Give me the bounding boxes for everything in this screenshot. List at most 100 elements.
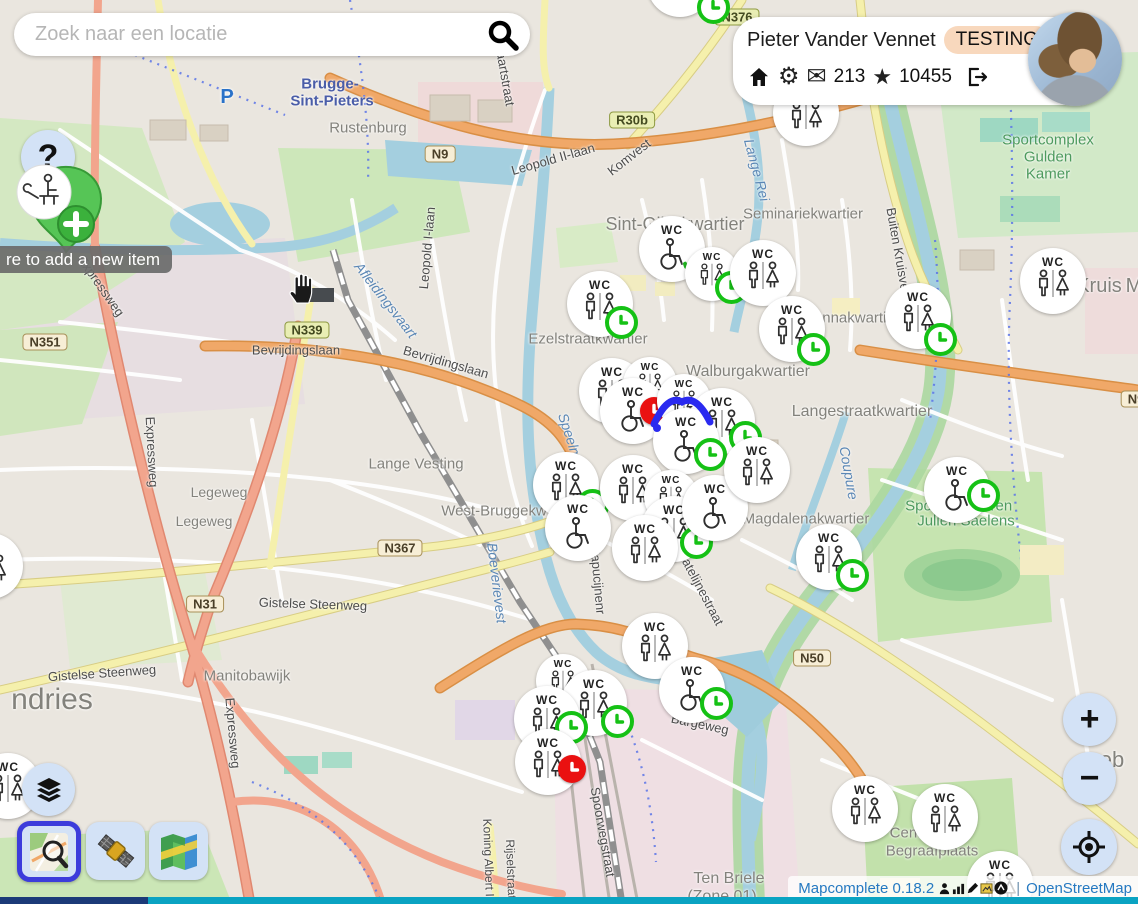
tooltip-text: re to add a new item <box>6 250 160 270</box>
map-label: N50 <box>793 650 831 667</box>
wheelchair-icon <box>696 496 734 537</box>
map-label: M <box>1126 276 1138 296</box>
wc-label: WC <box>661 223 683 237</box>
map-label: N339 <box>284 322 329 339</box>
map-label: Seminariekwartier <box>743 207 863 222</box>
wc-label: WC <box>675 415 697 429</box>
logout-icon[interactable] <box>965 65 989 89</box>
star-count: 10455 <box>899 66 952 88</box>
progress-strip <box>0 897 1138 904</box>
opening-hours-open-badge <box>605 306 638 339</box>
star-icon: ★ <box>872 66 892 88</box>
theme-icon[interactable] <box>980 882 993 895</box>
man-woman-icon <box>786 101 826 136</box>
map-label: N351 <box>22 334 67 351</box>
home-icon[interactable] <box>747 65 771 89</box>
zoom-in-button[interactable]: + <box>1063 693 1116 746</box>
message-count: 213 <box>834 66 866 88</box>
toilet-marker[interactable]: WC <box>832 776 898 842</box>
wc-label: WC <box>746 444 768 458</box>
toilet-marker[interactable]: WC <box>912 784 978 850</box>
wc-label: WC <box>752 247 774 261</box>
map-label: Magdalenakwartier <box>743 512 870 527</box>
osm-map-icon <box>28 831 70 873</box>
geolocate-button[interactable] <box>1061 819 1117 875</box>
map-label: Ten Briele <box>693 871 764 887</box>
mapcomplete-app: Brugge-Sint-PietersPRustenburgVaartstraa… <box>0 0 1138 904</box>
chart-icon[interactable] <box>952 882 965 895</box>
search-input[interactable] <box>33 22 486 47</box>
map-label: N367 <box>377 540 422 557</box>
toilet-marker[interactable]: WC <box>545 495 611 561</box>
search-icon[interactable] <box>486 18 520 52</box>
wc-label: WC <box>703 252 722 263</box>
background-osm-button[interactable] <box>17 821 81 882</box>
map-label: Sportcomplex <box>1002 133 1094 148</box>
gear-icon[interactable]: ⚙ <box>778 65 800 89</box>
map-label: West-Bruggekw <box>441 504 547 519</box>
wc-label: WC <box>0 540 1 554</box>
map-label: Rustenburg <box>329 121 407 136</box>
toilet-marker[interactable]: WC <box>724 437 790 503</box>
wc-label: WC <box>589 278 611 292</box>
osm-community-icon[interactable] <box>994 881 1008 895</box>
man-woman-icon <box>0 554 10 589</box>
wc-label: WC <box>555 459 577 473</box>
toilet-marker[interactable]: WC <box>612 515 678 581</box>
map-label: Langestraatkwartier <box>792 404 933 420</box>
man-woman-icon <box>635 634 675 669</box>
app-version-link[interactable]: Mapcomplete 0.18.2 <box>798 880 934 897</box>
background-satellite-button[interactable] <box>86 822 145 880</box>
pencil-icon[interactable] <box>966 882 979 895</box>
map-label: Koning Albert I-laan <box>481 818 497 904</box>
opening-hours-open-badge <box>601 705 634 738</box>
user-stats-icon[interactable] <box>938 882 951 895</box>
map-label: Kamer <box>1026 167 1070 182</box>
map-label: Walburgakwartier <box>686 364 810 380</box>
osm-link[interactable]: OpenStreetMap <box>1026 880 1132 897</box>
man-woman-icon <box>737 458 777 493</box>
layers-button[interactable] <box>22 763 75 816</box>
user-name: Pieter Vander Vennet <box>747 29 936 52</box>
map-label: N31 <box>186 596 224 613</box>
map-label: Sint-Pieters <box>290 94 373 109</box>
wc-label: WC <box>622 385 644 399</box>
map-label: Legeweg <box>191 485 248 499</box>
wc-label: WC <box>854 783 876 797</box>
wc-label: WC <box>681 664 703 678</box>
wc-label: WC <box>554 659 573 670</box>
wc-label: WC <box>567 502 589 516</box>
add-item-tooltip: re to add a new item <box>0 246 172 273</box>
zoom-in-label: + <box>1080 700 1100 739</box>
wc-label: WC <box>711 395 733 409</box>
wc-label: WC <box>934 791 956 805</box>
man-woman-icon <box>845 797 885 832</box>
man-woman-icon <box>925 805 965 840</box>
wc-label: WC <box>946 464 968 478</box>
map-label: R30b <box>609 112 655 129</box>
background-map-button[interactable] <box>149 822 208 880</box>
map-label: Lange Vesting <box>368 457 463 472</box>
avatar[interactable] <box>1028 12 1122 106</box>
add-new-item-pin[interactable] <box>14 160 124 260</box>
map-label: Manitobawijk <box>204 669 291 684</box>
zoom-out-button[interactable]: − <box>1063 752 1116 805</box>
map-label: Gistelse Steenweg <box>259 596 368 613</box>
map-label: Brugge- <box>301 77 359 92</box>
map-label: Expressweg <box>144 416 161 487</box>
opening-hours-open-badge <box>836 559 869 592</box>
search-bar[interactable] <box>14 13 530 56</box>
hand-cursor-icon <box>284 268 320 306</box>
toilet-marker[interactable]: WC <box>1020 248 1086 314</box>
envelope-icon[interactable]: ✉ <box>807 65 827 89</box>
wc-label: WC <box>634 522 656 536</box>
man-woman-icon <box>1033 269 1073 304</box>
map-label: N9 <box>1121 391 1138 408</box>
map-label: P <box>220 87 233 107</box>
wheelchair-icon <box>559 516 597 557</box>
wc-label: WC <box>537 736 559 750</box>
progress-strip-segment <box>0 897 148 904</box>
layers-icon <box>34 775 64 805</box>
wc-label: WC <box>536 693 558 707</box>
map-label: Rijselstraat <box>504 839 518 899</box>
